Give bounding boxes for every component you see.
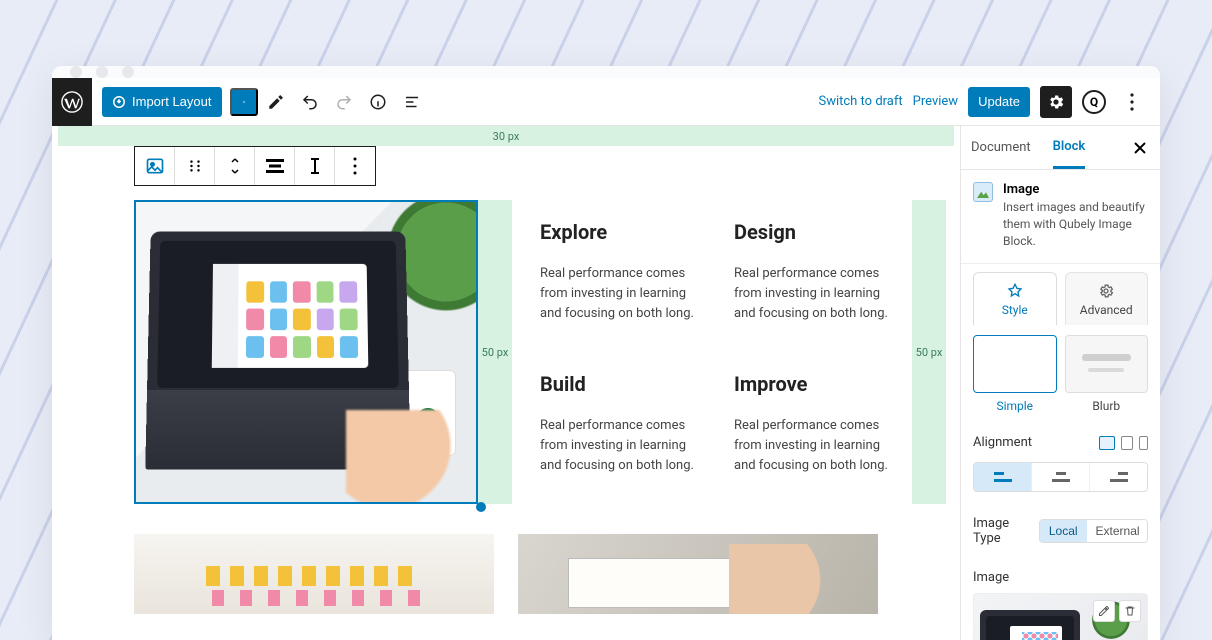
tab-document[interactable]: Document bbox=[971, 128, 1031, 167]
image-block-secondary[interactable] bbox=[518, 534, 878, 614]
image-block[interactable] bbox=[134, 200, 478, 504]
editor-top-bar: Import Layout Switch to draft Preview Up… bbox=[52, 78, 1160, 126]
image-label: Image bbox=[973, 570, 1009, 585]
image-type-external[interactable]: External bbox=[1087, 520, 1148, 542]
edit-image-icon[interactable] bbox=[1093, 600, 1115, 622]
feature-title: Improve bbox=[734, 372, 908, 396]
block-name: Image bbox=[1003, 182, 1148, 197]
window-control[interactable] bbox=[96, 66, 108, 78]
feature-cell[interactable]: Build Real performance comes from invest… bbox=[540, 372, 714, 484]
drag-handle-icon[interactable] bbox=[175, 147, 215, 185]
align-icon[interactable] bbox=[255, 147, 295, 185]
feature-title: Explore bbox=[540, 220, 714, 244]
move-icon[interactable] bbox=[215, 147, 255, 185]
feature-title: Design bbox=[734, 220, 908, 244]
align-center-button[interactable] bbox=[1032, 463, 1090, 491]
image-block-secondary[interactable] bbox=[134, 534, 494, 614]
close-sidebar-icon[interactable] bbox=[1130, 138, 1150, 158]
spacer-indicator-col-right: 50 px bbox=[912, 200, 946, 504]
image-type-local[interactable]: Local bbox=[1040, 520, 1087, 542]
image-type-label: Image Type bbox=[973, 516, 1039, 546]
editor-app: Import Layout Switch to draft Preview Up… bbox=[52, 78, 1160, 640]
feature-cell[interactable]: Design Real performance comes from inves… bbox=[734, 220, 908, 332]
preview-link[interactable]: Preview bbox=[913, 94, 958, 109]
feature-cell[interactable]: Improve Real performance comes from inve… bbox=[734, 372, 908, 484]
layout-label-blurb: Blurb bbox=[1065, 399, 1149, 413]
resize-handle[interactable] bbox=[476, 502, 486, 512]
block-more-icon[interactable] bbox=[335, 147, 375, 185]
import-layout-button[interactable]: Import Layout bbox=[102, 87, 222, 117]
edit-icon[interactable] bbox=[260, 86, 292, 118]
browser-chrome bbox=[52, 66, 1160, 78]
window-control[interactable] bbox=[122, 66, 134, 78]
responsive-device-toggle[interactable] bbox=[1099, 436, 1148, 450]
switch-to-draft-link[interactable]: Switch to draft bbox=[818, 94, 902, 109]
feature-body: Real performance comes from investing in… bbox=[734, 264, 904, 324]
align-right-button[interactable] bbox=[1090, 463, 1147, 491]
layout-option-simple[interactable] bbox=[973, 335, 1057, 393]
undo-icon[interactable] bbox=[294, 86, 326, 118]
feature-body: Real performance comes from investing in… bbox=[540, 416, 710, 476]
subtab-style[interactable]: Style bbox=[973, 272, 1057, 325]
block-description: Insert images and beautify them with Qub… bbox=[1003, 199, 1148, 249]
feature-title: Build bbox=[540, 372, 714, 396]
spacer-indicator-top: 30 px bbox=[58, 126, 954, 146]
window-control[interactable] bbox=[70, 66, 82, 78]
update-button[interactable]: Update bbox=[968, 87, 1030, 117]
device-tablet-icon[interactable] bbox=[1121, 436, 1133, 450]
info-icon[interactable] bbox=[362, 86, 394, 118]
device-desktop-icon[interactable] bbox=[1099, 436, 1115, 450]
delete-image-icon[interactable] bbox=[1119, 600, 1141, 622]
vertical-align-icon[interactable] bbox=[295, 147, 335, 185]
device-mobile-icon[interactable] bbox=[1139, 436, 1148, 450]
block-toolbar bbox=[134, 146, 376, 186]
layout-label-simple: Simple bbox=[973, 399, 1057, 413]
more-icon[interactable] bbox=[1116, 86, 1148, 118]
spacer-indicator-col: 50 px bbox=[478, 200, 512, 504]
settings-icon[interactable] bbox=[1040, 86, 1072, 118]
feature-body: Real performance comes from investing in… bbox=[540, 264, 710, 324]
selected-image[interactable] bbox=[136, 202, 476, 502]
import-label: Import Layout bbox=[132, 94, 212, 109]
editor-canvas[interactable]: 30 px bbox=[52, 126, 960, 640]
add-block-button[interactable] bbox=[230, 88, 258, 116]
wordpress-logo[interactable] bbox=[52, 78, 92, 126]
layout-option-blurb[interactable] bbox=[1065, 335, 1149, 393]
subtab-advanced[interactable]: Advanced bbox=[1065, 272, 1149, 325]
alignment-label: Alignment bbox=[973, 435, 1032, 450]
tab-block[interactable]: Block bbox=[1053, 127, 1086, 169]
feature-cell[interactable]: Explore Real performance comes from inve… bbox=[540, 220, 714, 332]
block-type-icon[interactable] bbox=[135, 147, 175, 185]
redo-icon[interactable] bbox=[328, 86, 360, 118]
image-preview[interactable] bbox=[973, 593, 1148, 640]
browser-window: Import Layout Switch to draft Preview Up… bbox=[52, 66, 1160, 640]
block-type-image-icon bbox=[973, 182, 993, 202]
settings-sidebar: Document Block Image Insert images and b… bbox=[960, 126, 1160, 640]
feature-body: Real performance comes from investing in… bbox=[734, 416, 904, 476]
qubely-icon[interactable]: Q bbox=[1082, 90, 1106, 114]
outline-icon[interactable] bbox=[396, 86, 428, 118]
align-left-button[interactable] bbox=[974, 463, 1032, 491]
